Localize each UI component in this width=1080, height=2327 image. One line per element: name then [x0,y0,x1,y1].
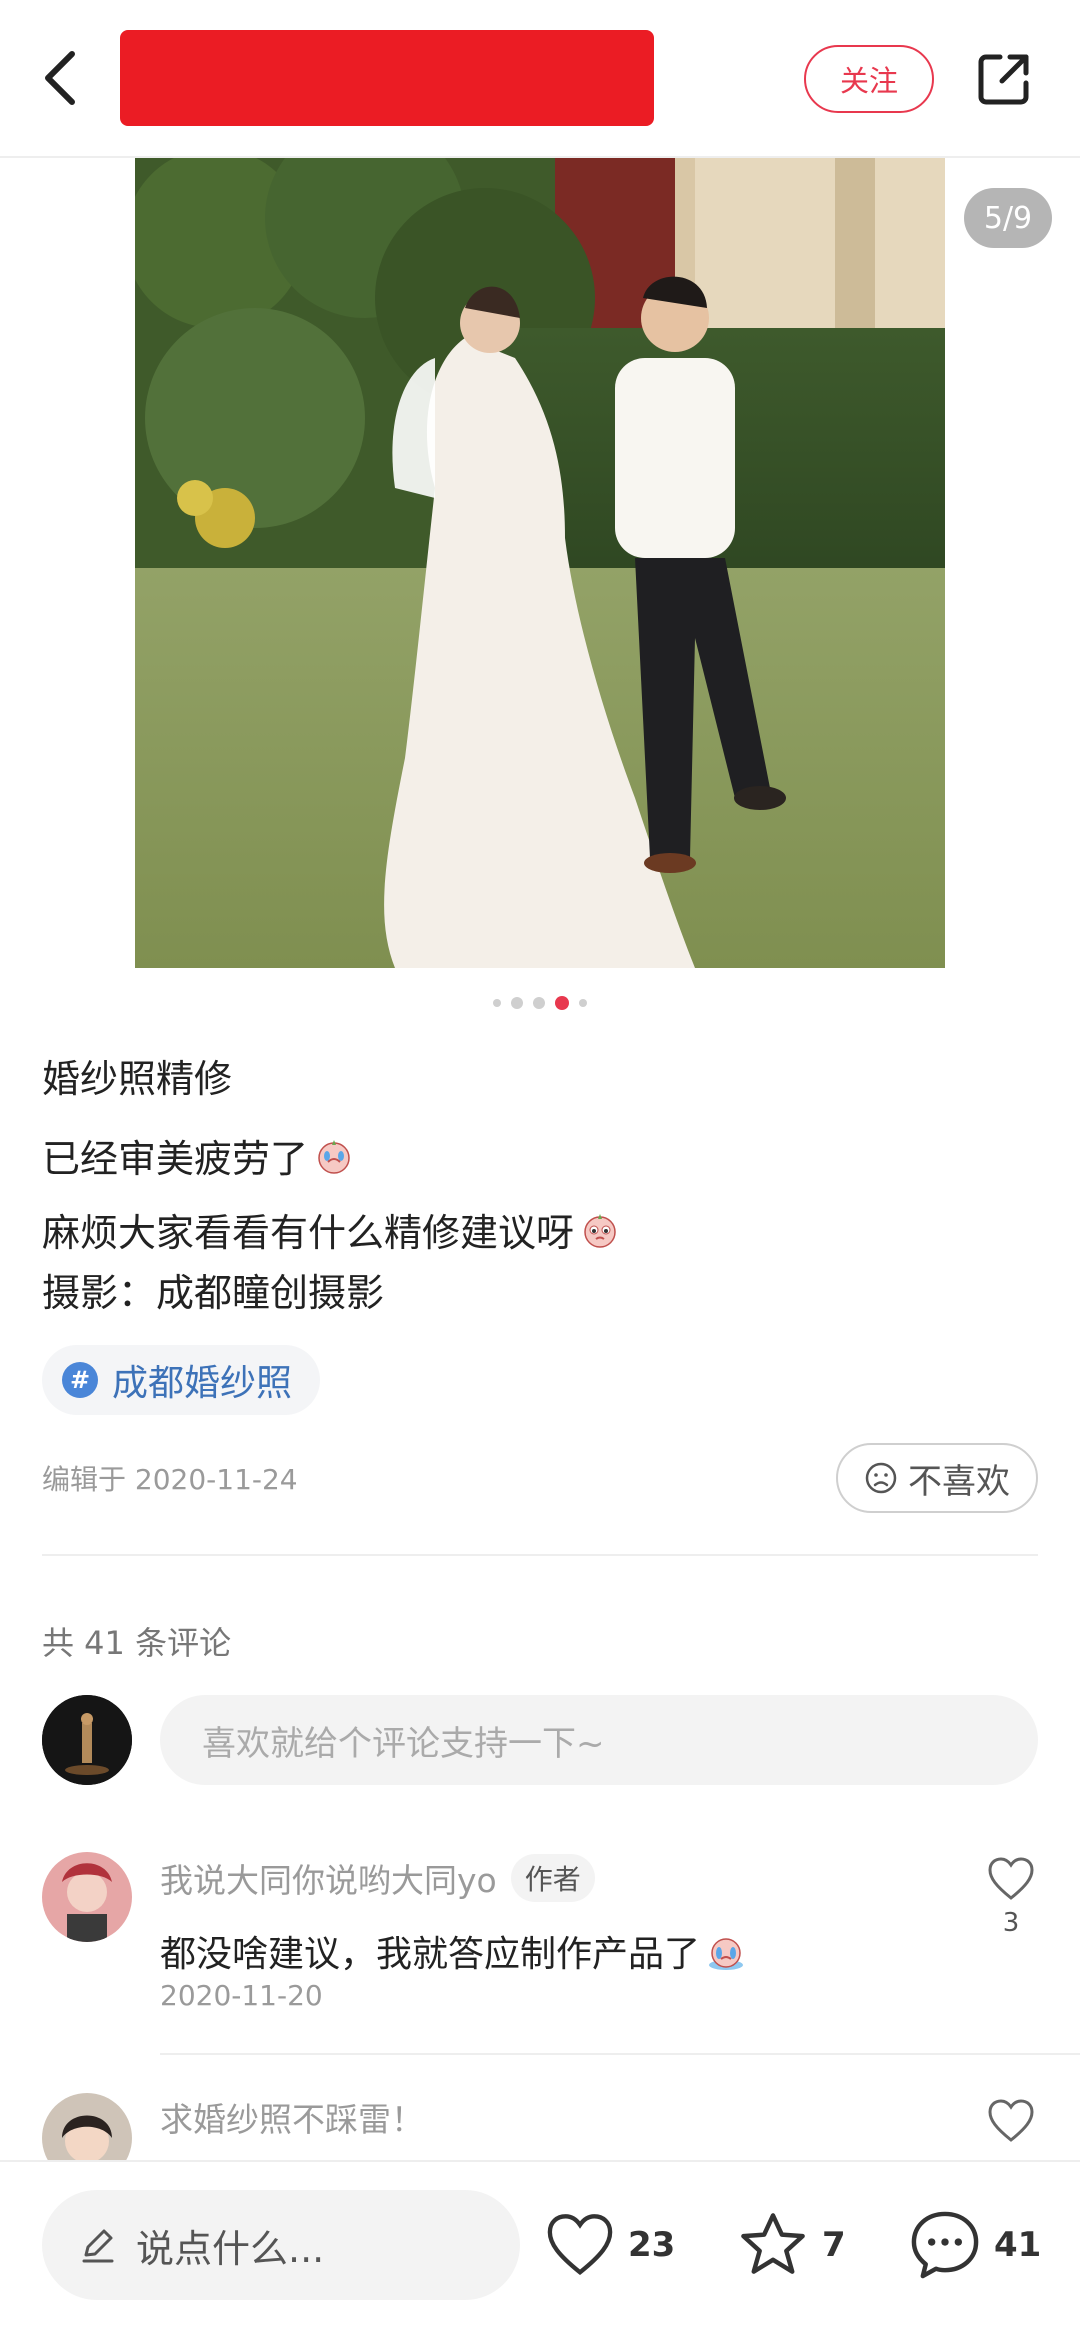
favorite-count: 7 [822,2225,846,2265]
edit-date: 编辑于 2020-11-24 [42,1463,298,1496]
comment-author-name[interactable]: 我说大同你说哟大同yo [160,1854,497,1902]
heart-outline-icon [547,2214,613,2276]
post-body-line: 摄影：成都瞳创摄影 [42,1262,384,1317]
like-count: 23 [628,2225,676,2265]
comment-count: 共 41 条评论 [42,1624,232,1662]
comment-divider [160,2053,1080,2055]
author-badge: 作者 [510,1854,595,1902]
pagination-dot [511,997,523,1009]
wedding-photo[interactable] [135,158,945,968]
page-counter-badge: 5/9 [964,188,1052,248]
comment-author-name[interactable]: 求婚纱照不踩雷！ [160,2093,424,2141]
say-something-placeholder: 说点什么... [136,2226,325,2271]
pagination-dot [533,997,545,1009]
dislike-button[interactable]: 不喜欢 [836,1443,1038,1513]
share-external-icon [978,54,1029,105]
pagination-dot-active [555,996,569,1010]
comment-text: 都没啥建议，我就答应制作产品了 [160,1925,746,1977]
top-nav-bar: 关注 [0,0,1080,158]
comments-button[interactable]: 41 [908,2202,1041,2288]
image-gallery[interactable]: 5/9 [0,158,1080,968]
post-body-line: 麻烦大家看看有什么精修建议呀 [42,1202,620,1257]
crying-face-icon [709,1938,744,1970]
share-button[interactable] [970,45,1038,113]
comment-total-count: 41 [994,2225,1042,2265]
comment-date: 2020-11-20 [160,1979,323,2012]
post-text: 麻烦大家看看有什么精修建议呀 [42,1211,575,1255]
comment-body: 都没啥建议，我就答应制作产品了 [160,1934,701,1975]
avatar[interactable] [42,1695,132,1785]
comment-like-count: 3 [1002,1908,1020,1938]
chat-bubble-icon [911,2211,979,2279]
topic-tag[interactable]: # 成都婚纱照 [42,1345,321,1415]
follow-button[interactable]: 关注 [804,45,934,113]
bottom-action-bar: 说点什么... 23 7 41 [0,2160,1080,2327]
comment-author[interactable]: 求婚纱照不踩雷！ [160,2093,424,2141]
post-text: 已经审美疲劳了 [42,1137,309,1181]
post-body-line: 已经审美疲劳了 [42,1128,354,1183]
post-title: 婚纱照精修 [42,1057,233,1101]
pagination-dot [493,999,501,1007]
chevron-left-icon [45,51,75,105]
like-button[interactable]: 23 [544,2202,675,2288]
comment-author[interactable]: 我说大同你说哟大同yo 作者 [160,1854,595,1902]
section-divider [42,1554,1038,1556]
avatar[interactable] [42,1852,132,1942]
say-something-input[interactable]: 说点什么... [42,2190,520,2300]
author-info-redacted[interactable] [120,30,654,126]
star-outline-icon [741,2213,805,2274]
pencil-icon [82,2229,114,2263]
favorite-button[interactable]: 7 [736,2202,846,2288]
hashtag-icon: # [62,1362,98,1398]
comment-input[interactable]: 喜欢就给个评论支持一下~ [160,1695,1038,1785]
topic-tag-label: 成都婚纱照 [112,1363,293,1404]
comment-like-button[interactable] [982,2098,1040,2144]
pagination-dot [579,999,587,1007]
heart-outline-icon [988,1857,1034,1900]
post-text: 摄影：成都瞳创摄影 [42,1271,385,1315]
pleading-face-icon [584,1213,616,1248]
comment-like-button[interactable]: 3 [982,1856,1040,1938]
dislike-label: 不喜欢 [908,1461,1010,1502]
heart-outline-icon [988,2099,1034,2142]
back-button[interactable] [30,40,90,116]
crying-face-icon [318,1139,350,1174]
sad-face-icon [865,1462,897,1494]
gallery-pagination-dots [0,993,1080,1013]
